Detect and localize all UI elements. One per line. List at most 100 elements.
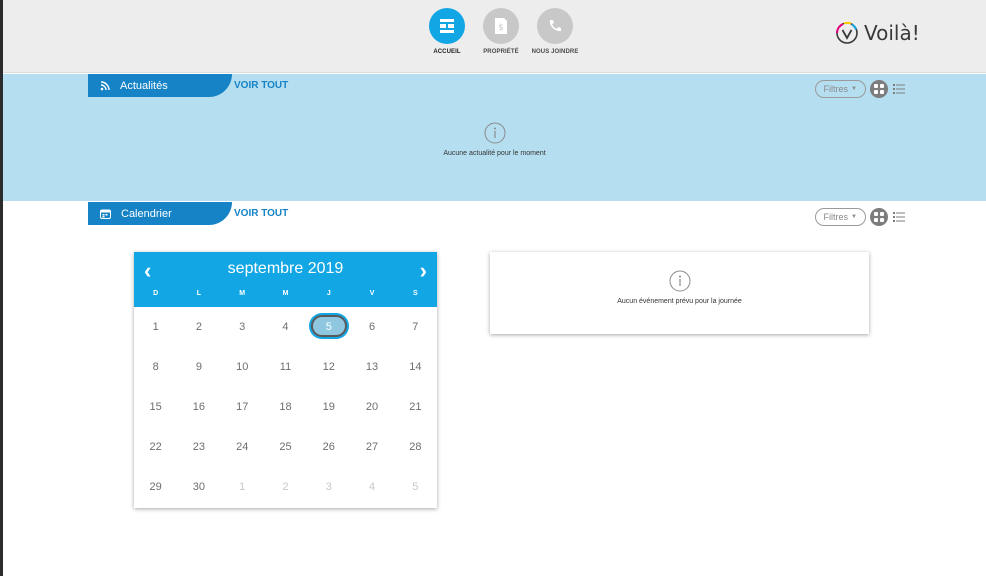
calendar-day-number: 27 (365, 441, 379, 453)
calendar-day[interactable]: 17 (221, 387, 264, 427)
calendar-day[interactable]: 30 (177, 467, 220, 507)
calendar-day[interactable]: 29 (134, 467, 177, 507)
news-filters-label: Filtres (823, 84, 849, 94)
calendar-day[interactable]: 19 (307, 387, 350, 427)
calendar-day-number: 1 (239, 481, 246, 493)
calendar-day[interactable]: 3 (221, 307, 264, 347)
calendar-day-number: 26 (322, 441, 335, 453)
news-section: Actualités VOIR TOUT Filtres ▼ Aucune ac… (3, 74, 986, 201)
calendar-grid: 1 2 3 4 5 6 7 8 9 10 11 12 13 14 15 16 17 18 19 20 21 22 23 24 2… (134, 307, 437, 507)
list-view-button[interactable] (892, 210, 906, 224)
calendar-day-number: 18 (279, 401, 292, 413)
calendar-day-number: 4 (282, 321, 289, 333)
calendar-day[interactable]: 21 (394, 387, 437, 427)
calendar-day[interactable]: 1 (134, 307, 177, 347)
caret-down-icon: ▼ (851, 86, 857, 92)
news-tools: Filtres ▼ (814, 80, 906, 98)
weekday-header: DLMMJVS (134, 290, 437, 297)
calendar-voir-tout-link[interactable]: VOIR TOUT (234, 208, 288, 219)
calendar-day[interactable]: 8 (134, 347, 177, 387)
calendar-day[interactable]: 12 (307, 347, 350, 387)
calendar-day[interactable]: 2 (177, 307, 220, 347)
calendar-day[interactable]: 26 (307, 427, 350, 467)
grid-view-button[interactable] (870, 80, 888, 98)
brand-name: Voilà! (864, 21, 920, 45)
calendar-day-number: 5 (310, 315, 347, 337)
calendar-day[interactable]: 18 (264, 387, 307, 427)
calendar-week-row: 15 16 17 18 19 20 21 (134, 387, 437, 427)
calendar-month-label: septembre 2019 (227, 260, 344, 277)
calendar-day-number: 28 (409, 441, 422, 453)
calendar-day[interactable]: 22 (134, 427, 177, 467)
calendar-day[interactable]: 27 (350, 427, 393, 467)
calendar-day[interactable]: 6 (350, 307, 393, 347)
weekday-label: M (239, 290, 246, 297)
calendar-day-selected[interactable]: 5 (307, 307, 350, 347)
calendar-day-number: 6 (368, 321, 376, 333)
calendar-day-number: 23 (192, 441, 206, 453)
calendar-day[interactable]: 23 (177, 427, 220, 467)
news-empty-message: Aucune actualité pour le moment (443, 150, 546, 157)
tab-calendrier[interactable]: Calendrier (88, 202, 232, 225)
news-voir-tout-link[interactable]: VOIR TOUT (234, 80, 288, 91)
calendar-day-number: 3 (325, 481, 332, 493)
brand-logo: Voilà! (834, 20, 920, 46)
svg-text:$: $ (498, 23, 504, 33)
calendar-day-number: 10 (236, 361, 249, 373)
calendar-day[interactable]: 10 (221, 347, 264, 387)
calendar-day[interactable]: 14 (394, 347, 437, 387)
calendar-day[interactable]: 16 (177, 387, 220, 427)
list-icon (893, 212, 905, 222)
calendar-day-outside-month[interactable]: 5 (394, 467, 437, 507)
info-icon (484, 122, 505, 144)
calendar-day-number: 22 (149, 441, 162, 453)
calendar-day-number: 13 (365, 361, 379, 373)
nav-nous-joindre[interactable]: NOUS JOINDRE (532, 8, 578, 55)
grid-view-button[interactable] (870, 208, 888, 226)
next-month-chevron-icon[interactable]: › (420, 258, 427, 284)
calendar-day-number: 5 (412, 481, 419, 493)
news-filters-dropdown[interactable]: Filtres ▼ (814, 80, 866, 98)
calendar-day-number: 9 (195, 361, 202, 373)
nav-accueil[interactable]: ACCUEIL (427, 8, 467, 55)
calendar-day[interactable]: 24 (221, 427, 264, 467)
events-empty-message: Aucun événement prévu pour la journée (617, 298, 742, 305)
calendar-day[interactable]: 13 (350, 347, 393, 387)
rss-icon (100, 80, 110, 90)
calendar-day-outside-month[interactable]: 1 (221, 467, 264, 507)
app-window: ACCUEIL $ PROPRIÉTÉ NOUS JOINDRE Voilà! … (0, 0, 986, 576)
grid-icon (874, 84, 884, 94)
calendar-day-outside-month[interactable]: 4 (350, 467, 393, 507)
list-icon (893, 84, 905, 94)
calendar-icon (100, 209, 111, 219)
calendar-day[interactable]: 25 (264, 427, 307, 467)
grid-icon (874, 212, 884, 222)
calendar-day[interactable]: 7 (394, 307, 437, 347)
calendar-day[interactable]: 11 (264, 347, 307, 387)
weekday-label: V (369, 290, 375, 297)
calendar-day[interactable]: 4 (264, 307, 307, 347)
calendar-day-number: 17 (236, 401, 249, 413)
weekday-label: L (196, 290, 202, 297)
calendar-day-number: 15 (149, 401, 162, 413)
caret-down-icon: ▼ (851, 214, 857, 220)
calendar-day-number: 8 (152, 361, 159, 373)
list-view-button[interactable] (892, 82, 906, 96)
calendar-filters-dropdown[interactable]: Filtres ▼ (814, 208, 866, 226)
calendar-filters-label: Filtres (823, 212, 849, 222)
calendar-day-outside-month[interactable]: 3 (307, 467, 350, 507)
calendar-day-number: 14 (409, 361, 422, 373)
calendar-day-outside-month[interactable]: 2 (264, 467, 307, 507)
events-empty-state: Aucun événement prévu pour la journée (490, 270, 869, 305)
weekday-label: D (153, 290, 159, 297)
v-check-logo-icon (836, 21, 858, 44)
calendar-day-number: 2 (195, 321, 202, 333)
calendar-day[interactable]: 20 (350, 387, 393, 427)
calendar-day[interactable]: 9 (177, 347, 220, 387)
info-icon (669, 270, 690, 292)
tab-actualites[interactable]: Actualités (88, 74, 232, 97)
calendar-day[interactable]: 15 (134, 387, 177, 427)
nav-propriete[interactable]: $ PROPRIÉTÉ (481, 8, 521, 55)
calendar-week-row: 8 9 10 11 12 13 14 (134, 347, 437, 387)
calendar-day[interactable]: 28 (394, 427, 437, 467)
